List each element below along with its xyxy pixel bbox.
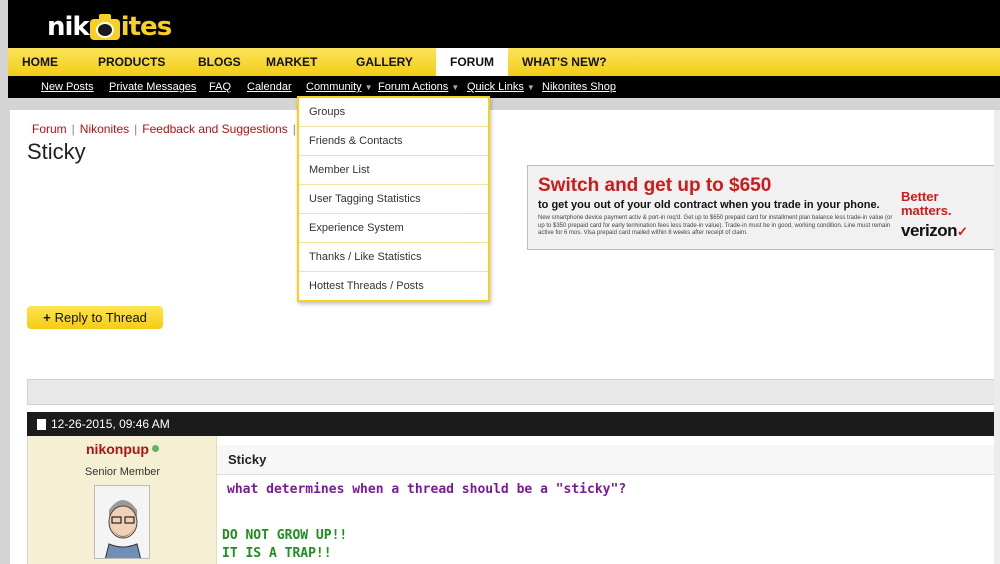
site-logo[interactable]: nik ites xyxy=(47,12,172,42)
subnav-community-label: Community xyxy=(306,81,362,93)
avatar[interactable] xyxy=(94,485,150,559)
menu-item-experience-system[interactable]: Experience System xyxy=(299,214,488,243)
breadcrumb-forum[interactable]: Forum xyxy=(32,122,67,136)
camera-icon xyxy=(89,12,120,42)
subnav-community[interactable]: Community ▼ xyxy=(306,76,373,98)
logo-text-start: nik xyxy=(47,12,90,42)
ad-headline: Switch and get up to $650 xyxy=(538,175,772,196)
online-status-icon xyxy=(152,445,159,452)
thread-toolbar xyxy=(27,379,1000,405)
nav-tab-market[interactable]: MARKET xyxy=(252,48,342,76)
ad-brand-name: verizon xyxy=(901,221,958,240)
subnav-forum-actions-label: Forum Actions xyxy=(378,81,449,93)
post-title-bar: Sticky xyxy=(217,445,1000,475)
post-time: 09:46 AM xyxy=(119,417,170,431)
post-title: Sticky xyxy=(228,452,267,467)
breadcrumb-feedback[interactable]: Feedback and Suggestions xyxy=(142,122,287,136)
menu-item-member-list[interactable]: Member List xyxy=(299,156,488,185)
post-header: 12-26-2015, 09:46 AM xyxy=(27,412,1000,436)
page-icon xyxy=(37,418,46,430)
user-title: Senior Member xyxy=(84,466,161,478)
page-title: Sticky xyxy=(27,139,86,164)
post-message: what determines when a thread should be … xyxy=(227,482,627,497)
subnav-forum-actions[interactable]: Forum Actions ▼ xyxy=(378,76,459,98)
subnav-private-messages[interactable]: Private Messages xyxy=(109,76,196,98)
logo-text-end: ites xyxy=(120,12,172,42)
reply-to-thread-button[interactable]: + Reply to Thread xyxy=(27,306,163,329)
menu-item-hottest-threads[interactable]: Hottest Threads / Posts xyxy=(299,272,488,301)
subnav-nikonites-shop[interactable]: Nikonites Shop xyxy=(542,76,616,98)
signature-line: IT IS A TRAP!! xyxy=(222,546,332,561)
nav-tab-gallery[interactable]: GALLERY xyxy=(342,48,436,76)
main-navigation: HOME PRODUCTS BLOGS MARKET GALLERY FORUM… xyxy=(8,48,1000,76)
nav-tab-blogs[interactable]: BLOGS xyxy=(184,48,252,76)
sub-navigation: New Posts Private Messages FAQ Calendar … xyxy=(8,76,1000,98)
menu-item-user-tagging-statistics[interactable]: User Tagging Statistics xyxy=(299,185,488,214)
page-scrollbar[interactable] xyxy=(994,110,1000,564)
community-dropdown-menu: Groups Friends & Contacts Member List Us… xyxy=(297,96,490,302)
ad-subhead: to get you out of your old contract when… xyxy=(538,199,880,211)
nav-tab-forum[interactable]: FORUM xyxy=(436,48,508,76)
breadcrumb: Forum | Nikonites | Feedback and Suggestions… xyxy=(32,122,296,136)
menu-item-thanks-like-statistics[interactable]: Thanks / Like Statistics xyxy=(299,243,488,272)
subnav-quick-links[interactable]: Quick Links ▼ xyxy=(467,76,535,98)
nav-tab-whats-new[interactable]: WHAT'S NEW? xyxy=(508,48,612,76)
post-date: 12-26-2015, xyxy=(51,417,116,431)
subnav-faq[interactable]: FAQ xyxy=(209,76,231,98)
post: nikonpup Senior Member Sticky what deter… xyxy=(27,436,1000,564)
nav-tab-home[interactable]: HOME xyxy=(8,48,84,76)
reply-button-label: Reply to Thread xyxy=(54,310,147,325)
user-info-panel: nikonpup Senior Member xyxy=(28,436,217,564)
breadcrumb-nikonites[interactable]: Nikonites xyxy=(80,122,129,136)
chevron-down-icon: ▼ xyxy=(526,83,535,92)
menu-item-groups[interactable]: Groups xyxy=(299,98,488,127)
ad-tagline: Better matters. xyxy=(901,189,952,218)
avatar-caricature-icon xyxy=(95,486,149,558)
ad-banner[interactable]: Switch and get up to $650 to get you out… xyxy=(527,165,1000,250)
site-header: nik ites xyxy=(8,0,1000,48)
menu-item-friends-contacts[interactable]: Friends & Contacts xyxy=(299,127,488,156)
subnav-calendar[interactable]: Calendar xyxy=(247,76,292,98)
ad-brand-logo: verizon✓ xyxy=(901,221,968,241)
plus-icon: + xyxy=(43,310,51,325)
check-icon: ✓ xyxy=(957,224,968,239)
subnav-new-posts[interactable]: New Posts xyxy=(41,76,94,98)
page-content: Forum | Nikonites | Feedback and Suggestions… xyxy=(10,110,1000,564)
username-label: nikonpup xyxy=(86,441,149,457)
nav-tab-products[interactable]: PRODUCTS xyxy=(84,48,184,76)
signature-line: DO NOT GROW UP!! xyxy=(222,528,348,543)
ad-fineprint: New smartphone device payment activ & po… xyxy=(538,215,893,236)
post-author[interactable]: nikonpup xyxy=(28,441,217,457)
subnav-quick-links-label: Quick Links xyxy=(467,81,524,93)
